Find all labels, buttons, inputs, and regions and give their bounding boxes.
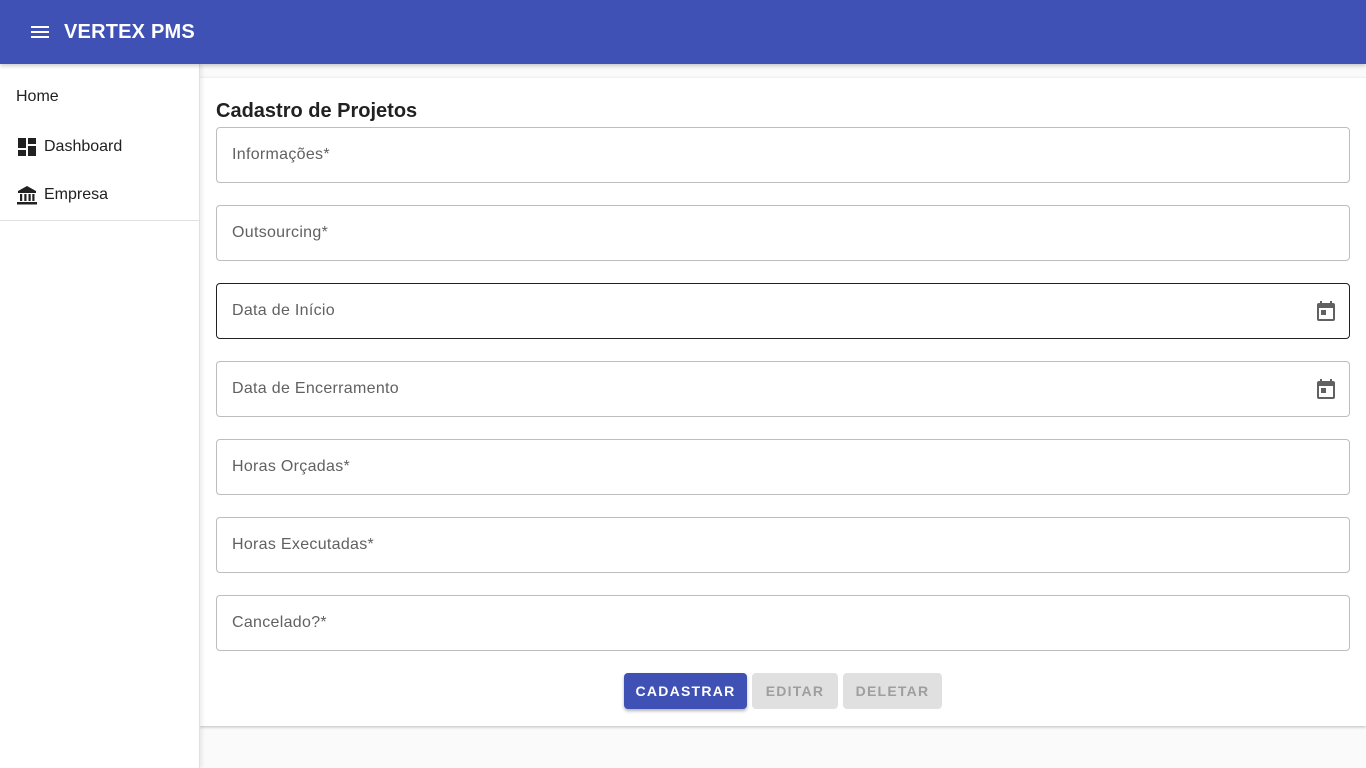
- field-label: Data de Encerramento: [232, 380, 399, 397]
- sidebar-divider: [0, 220, 200, 221]
- sidebar-item-label: Empresa: [44, 186, 109, 203]
- cancelado-field[interactable]: Cancelado?*: [216, 595, 1350, 651]
- app-title: VERTEX PMS: [64, 20, 195, 43]
- horas-orcadas-field[interactable]: Horas Orçadas*: [216, 439, 1350, 495]
- menu-icon[interactable]: [28, 20, 52, 44]
- horas-executadas-field[interactable]: Horas Executadas*: [216, 517, 1350, 573]
- field-label: Cancelado?*: [232, 614, 327, 631]
- deletar-button[interactable]: DELETAR: [843, 673, 942, 709]
- sidebar-item-dashboard[interactable]: Dashboard: [16, 135, 122, 159]
- data-inicio-field[interactable]: Data de Início: [216, 283, 1350, 339]
- calendar-icon[interactable]: [1316, 379, 1336, 399]
- data-encerramento-field[interactable]: Data de Encerramento: [216, 361, 1350, 417]
- field-label: Horas Orçadas*: [232, 458, 351, 475]
- cadastrar-button[interactable]: CADASTRAR: [624, 673, 747, 709]
- field-label: Informações*: [232, 146, 330, 163]
- app-bar: VERTEX PMS: [0, 0, 1366, 64]
- page-title: Cadastro de Projetos: [216, 100, 418, 122]
- field-label: Horas Executadas*: [232, 536, 375, 553]
- bank-icon: [16, 184, 38, 206]
- dashboard-icon: [16, 136, 38, 158]
- outsourcing-field[interactable]: Outsourcing*: [216, 205, 1350, 261]
- sidebar-item-label: Dashboard: [44, 138, 123, 155]
- field-label: Data de Início: [232, 302, 335, 319]
- informacoes-field[interactable]: Informações*: [216, 127, 1350, 183]
- field-label: Outsourcing*: [232, 224, 329, 241]
- editar-button[interactable]: EDITAR: [752, 673, 838, 709]
- sidebar-item-home[interactable]: Home: [16, 88, 59, 106]
- calendar-icon[interactable]: [1316, 301, 1336, 321]
- project-form-card: Cadastro de Projetos Informações* Outsou…: [200, 78, 1366, 726]
- sidebar: Home Dashboard Empresa: [0, 64, 200, 768]
- sidebar-item-empresa[interactable]: Empresa: [16, 183, 108, 207]
